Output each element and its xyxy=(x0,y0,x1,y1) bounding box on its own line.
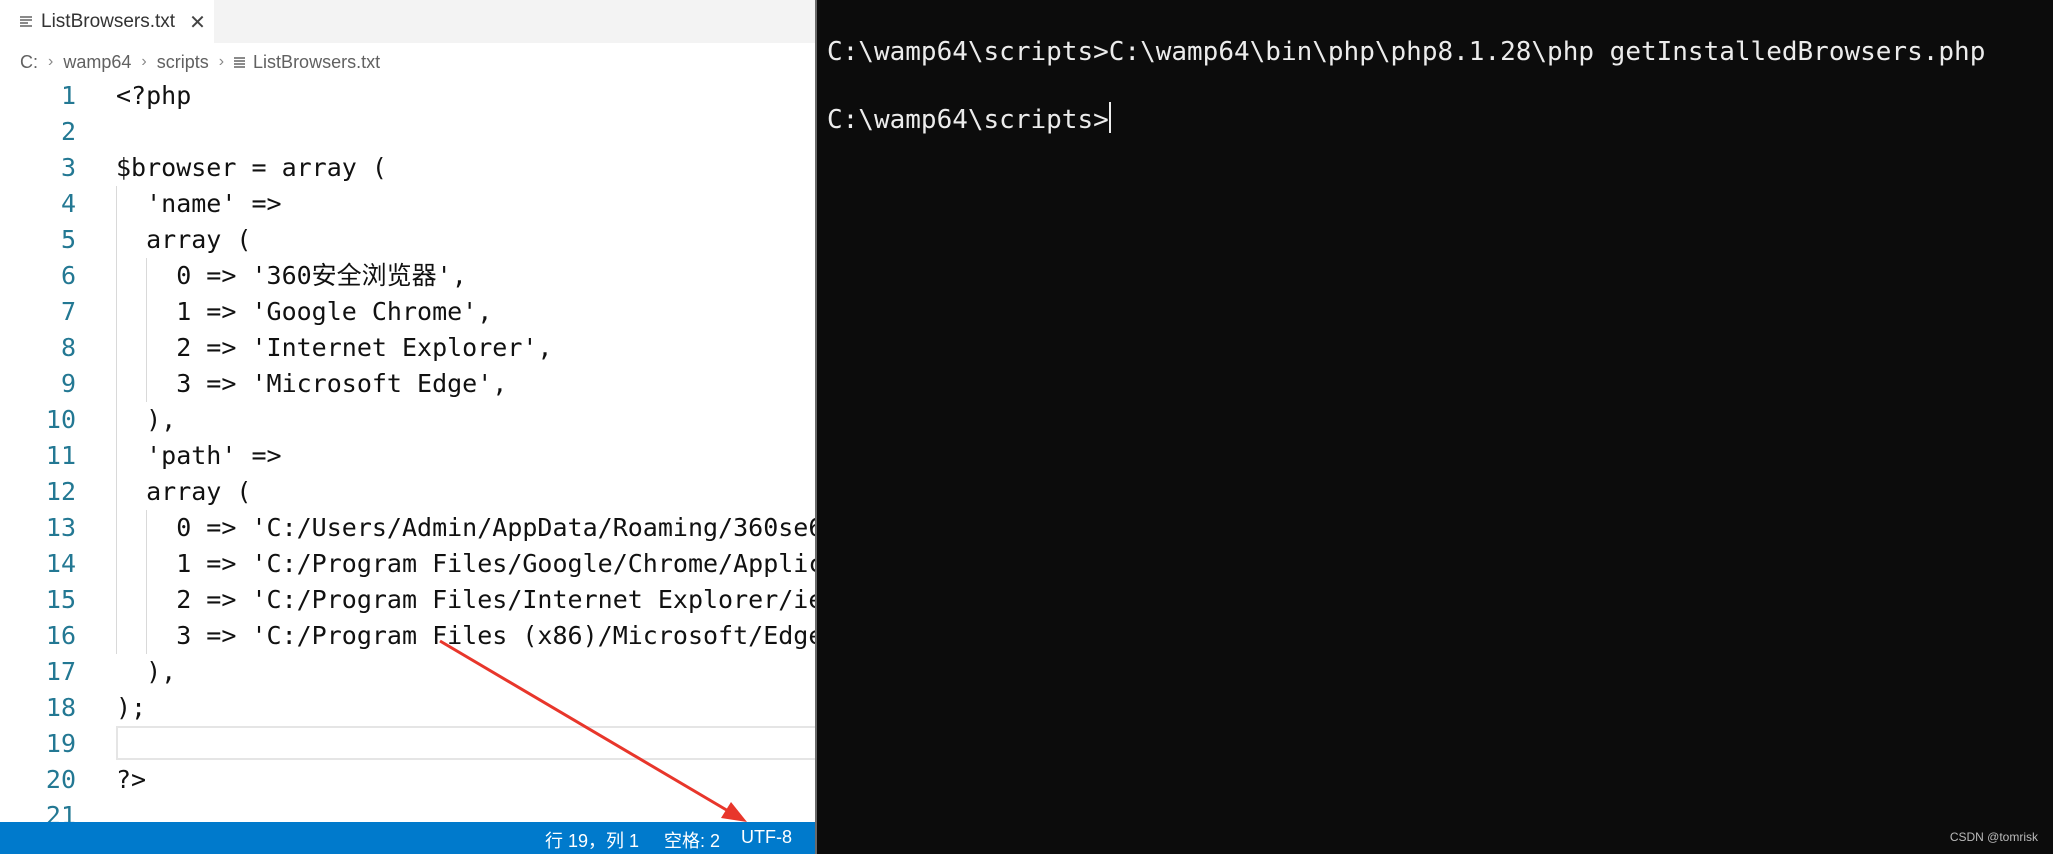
code-text: 1 => 'C:/Program Files/Google/Chrome/App… xyxy=(116,549,815,578)
tab-listbrowsers[interactable]: ListBrowsers.txt ✕ xyxy=(0,0,214,43)
code-text: 2 => 'Internet Explorer', xyxy=(116,333,553,362)
code-line[interactable]: 9 3 => 'Microsoft Edge', xyxy=(0,366,815,402)
line-number: 14 xyxy=(45,549,76,578)
line-number: 11 xyxy=(45,441,76,470)
code-text: ?> xyxy=(116,765,147,794)
editor-pane: ListBrowsers.txt ✕ C: › wamp64 › scripts… xyxy=(0,0,815,854)
code-line[interactable]: 4 'name' => xyxy=(0,186,815,222)
terminal-prompt-line: C:\wamp64\scripts> xyxy=(827,102,1111,135)
code-text: 'name' => xyxy=(116,189,282,218)
code-line[interactable]: 15 2 => 'C:/Program Files/Internet Explo… xyxy=(0,582,815,618)
chevron-right-icon: › xyxy=(218,53,225,70)
line-number: 5 xyxy=(60,225,76,254)
code-line[interactable]: 20 ?> xyxy=(0,762,815,798)
line-number: 7 xyxy=(60,297,76,326)
code-line[interactable]: 11 'path' => xyxy=(0,438,815,474)
close-icon[interactable]: ✕ xyxy=(189,10,206,34)
terminal-window[interactable]: C:\wamp64\scripts>C:\wamp64\bin\php\php8… xyxy=(815,0,2053,854)
line-number: 15 xyxy=(45,585,76,614)
code-text: ), xyxy=(116,405,177,434)
terminal-command-line: C:\wamp64\scripts>C:\wamp64\bin\php\php8… xyxy=(827,37,1986,67)
watermark: CSDN @tomrisk xyxy=(1949,830,2038,844)
code-line[interactable]: 12 array ( xyxy=(0,474,815,510)
code-text: ); xyxy=(116,693,147,722)
code-line[interactable]: 10 ), xyxy=(0,402,815,438)
code-line[interactable]: 3 $browser = array ( xyxy=(0,150,815,186)
breadcrumb: C: › wamp64 › scripts › ListBrowsers.txt xyxy=(20,47,380,77)
tab-bar: ListBrowsers.txt ✕ xyxy=(0,0,815,43)
cursor-position[interactable]: 行 19，列 1 xyxy=(545,827,639,853)
line-number: 16 xyxy=(45,621,76,650)
code-line[interactable]: 2 xyxy=(0,114,815,150)
indentation-setting[interactable]: 空格: 2 xyxy=(664,827,720,853)
line-number: 2 xyxy=(60,117,76,146)
code-line[interactable]: 6 0 => '360安全浏览器', xyxy=(0,258,815,294)
tab-title: ListBrowsers.txt xyxy=(41,10,176,32)
line-number: 1 xyxy=(60,81,76,110)
chevron-right-icon: › xyxy=(141,53,147,70)
line-number: 12 xyxy=(45,477,76,506)
code-text: ), xyxy=(116,657,177,686)
code-line[interactable]: 7 1 => 'Google Chrome', xyxy=(0,294,815,330)
code-text: 2 => 'C:/Program Files/Internet Explorer… xyxy=(116,585,815,614)
code-line[interactable]: 5 array ( xyxy=(0,222,815,258)
breadcrumb-drive[interactable]: C: xyxy=(20,52,38,73)
line-number: 6 xyxy=(60,261,76,290)
breadcrumb-file[interactable]: ListBrowsers.txt xyxy=(253,52,380,73)
code-line[interactable]: 14 1 => 'C:/Program Files/Google/Chrome/… xyxy=(0,546,815,582)
line-number: 4 xyxy=(60,189,76,218)
code-editor[interactable]: 1 <?php 2 3 $browser = array (4 'name' => 5 a… xyxy=(0,78,815,834)
terminal-prompt: C:\wamp64\scripts> xyxy=(827,105,1109,135)
line-number: 10 xyxy=(45,405,76,434)
code-text: array ( xyxy=(116,225,252,254)
line-number: 8 xyxy=(60,333,76,362)
code-text: 3 => 'Microsoft Edge', xyxy=(116,369,508,398)
line-number: 9 xyxy=(60,369,76,398)
code-text: 1 => 'Google Chrome', xyxy=(116,297,493,326)
code-line[interactable]: 13 0 => 'C:/Users/Admin/AppData/Roaming/… xyxy=(0,510,815,546)
line-number: 18 xyxy=(45,693,76,722)
code-text: 3 => 'C:/Program Files (x86)/Microsoft/E… xyxy=(116,621,815,650)
line-number: 17 xyxy=(45,657,76,686)
line-number: 3 xyxy=(60,153,76,182)
text-cursor xyxy=(1108,102,1111,133)
code-text: $browser = array ( xyxy=(116,153,387,182)
text-file-icon xyxy=(20,15,32,29)
current-line-highlight xyxy=(116,726,815,760)
code-text: 0 => '360安全浏览器', xyxy=(116,261,467,290)
code-line[interactable]: 19 xyxy=(0,726,815,762)
code-text: <?php xyxy=(116,81,192,110)
code-text: 0 => 'C:/Users/Admin/AppData/Roaming/360… xyxy=(116,513,815,542)
line-number: 20 xyxy=(45,765,76,794)
line-number: 19 xyxy=(45,729,76,758)
code-line[interactable]: 18); xyxy=(0,690,815,726)
breadcrumb-folder-wamp64[interactable]: wamp64 xyxy=(63,52,131,73)
code-line[interactable]: 16 3 => 'C:/Program Files (x86)/Microsof… xyxy=(0,618,815,654)
encoding-setting[interactable]: UTF-8 xyxy=(741,827,792,848)
code-text: array ( xyxy=(116,477,252,506)
chevron-right-icon: › xyxy=(48,53,54,70)
text-file-icon xyxy=(234,56,246,69)
code-text: 'path' => xyxy=(116,441,282,470)
code-line[interactable]: 8 2 => 'Internet Explorer', xyxy=(0,330,815,366)
code-line[interactable]: 17 ), xyxy=(0,654,815,690)
status-bar: 行 19，列 1 空格: 2 UTF-8 xyxy=(0,822,815,854)
breadcrumb-folder-scripts[interactable]: scripts xyxy=(157,52,209,73)
code-line[interactable]: 1 <?php xyxy=(0,78,815,114)
line-number: 13 xyxy=(45,513,76,542)
